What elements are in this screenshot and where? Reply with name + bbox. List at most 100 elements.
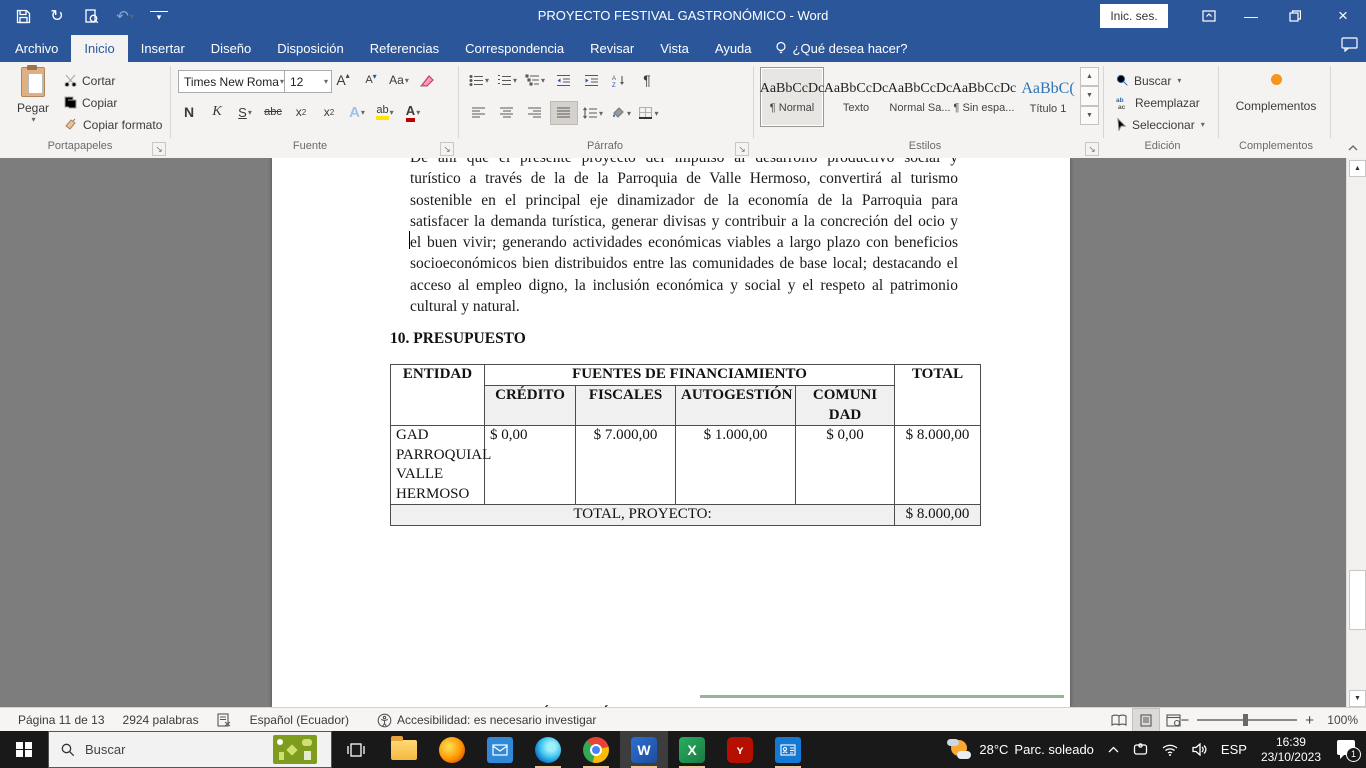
tab-correspondencia[interactable]: Correspondencia — [452, 35, 577, 62]
increase-indent-button[interactable] — [578, 69, 604, 91]
table-subheader-autogestion[interactable]: AUTOGESTIÓN — [676, 386, 796, 426]
language-indicator[interactable]: Español (Ecuador) — [250, 713, 349, 727]
zoom-out-button[interactable]: − — [1180, 712, 1189, 729]
excel-button[interactable]: X — [668, 731, 716, 768]
table-subheader-credito[interactable]: CRÉDITO — [485, 386, 576, 426]
page-count[interactable]: Página 11 de 13 — [18, 713, 105, 727]
scroll-down-button[interactable]: ▼ — [1349, 690, 1366, 707]
align-left-button[interactable] — [466, 102, 492, 124]
tab-archivo[interactable]: Archivo — [2, 35, 71, 62]
tell-me-box[interactable]: ¿Qué desea hacer? — [765, 35, 918, 62]
change-case-button[interactable]: Aa▾ — [386, 69, 412, 91]
acrobat-button[interactable]: ʏ — [716, 731, 764, 768]
edge-button[interactable] — [524, 731, 572, 768]
bullets-button[interactable]: ▾ — [466, 69, 492, 91]
numbering-button[interactable]: ▾ — [494, 69, 520, 91]
shading-button[interactable]: ▾ — [608, 102, 634, 124]
tab-disposicion[interactable]: Disposición — [264, 35, 356, 62]
select-button[interactable]: Seleccionar▾ — [1116, 114, 1205, 135]
table-cell-entity[interactable]: GAD PARROQUIAL VALLE HERMOSO — [391, 426, 485, 505]
tab-revisar[interactable]: Revisar — [577, 35, 647, 62]
style-titulo-1[interactable]: AaBbC( Título 1 — [1016, 67, 1080, 127]
sign-in-button[interactable]: Inic. ses. — [1100, 4, 1168, 28]
file-explorer-button[interactable] — [380, 731, 428, 768]
show-marks-button[interactable]: ¶ — [634, 69, 660, 91]
comments-icon[interactable] — [1341, 37, 1358, 57]
superscript-button[interactable]: x2 — [316, 101, 342, 123]
table-header-total[interactable]: TOTAL — [895, 365, 981, 426]
connect-icon[interactable] — [1126, 731, 1155, 768]
table-header-entidad[interactable]: ENTIDAD — [391, 365, 485, 426]
table-cell-total[interactable]: $ 8.000,00 — [895, 426, 981, 505]
action-center-button[interactable]: 1 — [1328, 731, 1366, 768]
table-header-fuentes[interactable]: FUENTES DE FINANCIAMIENTO — [485, 365, 895, 386]
find-button[interactable]: Buscar▾ — [1116, 70, 1181, 91]
clear-formatting-button[interactable] — [414, 69, 440, 91]
table-subheader-comunidad[interactable]: COMUNIDAD — [796, 386, 895, 426]
clock[interactable]: 16:39 23/10/2023 — [1254, 731, 1328, 768]
word-button[interactable]: W — [620, 731, 668, 768]
zoom-percentage[interactable]: 100% — [1322, 713, 1358, 727]
font-size-combo[interactable]: 12▾ — [284, 70, 332, 93]
read-mode-button[interactable] — [1106, 709, 1132, 731]
language-indicator-tray[interactable]: ESP — [1214, 731, 1254, 768]
font-color-button[interactable]: A▾ — [400, 101, 426, 123]
accessibility-status[interactable]: Accesibilidad: es necesario investigar — [377, 713, 596, 728]
ribbon-display-options-button[interactable] — [1192, 0, 1226, 32]
align-right-button[interactable] — [522, 102, 548, 124]
task-view-button[interactable] — [332, 731, 380, 768]
styles-scroll-down[interactable]: ▼ — [1080, 86, 1099, 105]
italic-button[interactable]: K — [204, 101, 230, 123]
minimize-button[interactable]: ― — [1234, 0, 1268, 32]
shrink-font-button[interactable]: A▾ — [358, 69, 384, 91]
document-page[interactable]: De ahí que el presente proyecto del impu… — [272, 158, 1070, 707]
word-count[interactable]: 2924 palabras — [123, 713, 199, 727]
line-spacing-button[interactable]: ▾ — [580, 102, 606, 124]
search-promo-icon[interactable] — [273, 735, 317, 764]
copy-button[interactable]: Copiar — [64, 92, 117, 113]
subscript-button[interactable]: x2 — [288, 101, 314, 123]
tab-ayuda[interactable]: Ayuda — [702, 35, 765, 62]
table-cell-comunidad[interactable]: $ 0,00 — [796, 426, 895, 505]
table-subheader-fiscales[interactable]: FISCALES — [576, 386, 676, 426]
sort-button[interactable]: AZ — [606, 69, 632, 91]
justify-button[interactable] — [550, 101, 578, 125]
restore-button[interactable] — [1278, 0, 1312, 32]
multilevel-list-button[interactable]: ▾ — [522, 69, 548, 91]
grow-font-button[interactable]: A▴ — [330, 69, 356, 91]
print-layout-button[interactable] — [1132, 708, 1160, 732]
zoom-slider[interactable] — [1197, 719, 1297, 721]
tab-referencias[interactable]: Referencias — [357, 35, 452, 62]
taskbar-search[interactable]: Buscar — [48, 731, 332, 768]
zoom-in-button[interactable]: + — [1305, 712, 1314, 729]
vertical-scrollbar[interactable]: ▲ ▼ — [1346, 158, 1366, 707]
style-texto[interactable]: AaBbCcDc Texto — [824, 67, 888, 127]
proofing-errors-icon[interactable] — [217, 713, 232, 727]
table-footer-value[interactable]: $ 8.000,00 — [895, 505, 981, 526]
wifi-icon[interactable] — [1155, 731, 1185, 768]
align-center-button[interactable] — [494, 102, 520, 124]
replace-button[interactable]: abac Reemplazar — [1116, 92, 1200, 113]
style-normal-sa[interactable]: AaBbCcDc Normal Sa... — [888, 67, 952, 127]
tab-inicio[interactable]: Inicio — [71, 35, 127, 62]
decrease-indent-button[interactable] — [550, 69, 576, 91]
tab-insertar[interactable]: Insertar — [128, 35, 198, 62]
highlight-color-button[interactable]: ab▾ — [372, 101, 398, 123]
collapse-ribbon-button[interactable] — [1344, 140, 1362, 156]
table-footer-label[interactable]: TOTAL, PROYECTO: — [391, 505, 895, 526]
borders-button[interactable]: ▾ — [636, 102, 662, 124]
format-painter-button[interactable]: Copiar formato — [64, 114, 162, 135]
scroll-up-button[interactable]: ▲ — [1349, 160, 1366, 177]
cut-button[interactable]: Cortar — [64, 70, 115, 91]
styles-dialog-launcher[interactable]: ↘ — [1085, 142, 1099, 156]
zoom-slider-thumb[interactable] — [1243, 714, 1248, 726]
bold-button[interactable]: N — [176, 101, 202, 123]
text-effects-button[interactable]: A▾ — [344, 101, 370, 123]
weather-widget[interactable]: 28°C Parc. soleado — [940, 731, 1101, 768]
underline-button[interactable]: S▾ — [232, 101, 258, 123]
paragraph-dialog-launcher[interactable]: ↘ — [735, 142, 749, 156]
tab-diseno[interactable]: Diseño — [198, 35, 264, 62]
tab-vista[interactable]: Vista — [647, 35, 702, 62]
style-normal[interactable]: AaBbCcDc ¶ Normal — [760, 67, 824, 127]
budget-table[interactable]: ENTIDAD FUENTES DE FINANCIAMIENTO TOTAL … — [390, 364, 981, 526]
